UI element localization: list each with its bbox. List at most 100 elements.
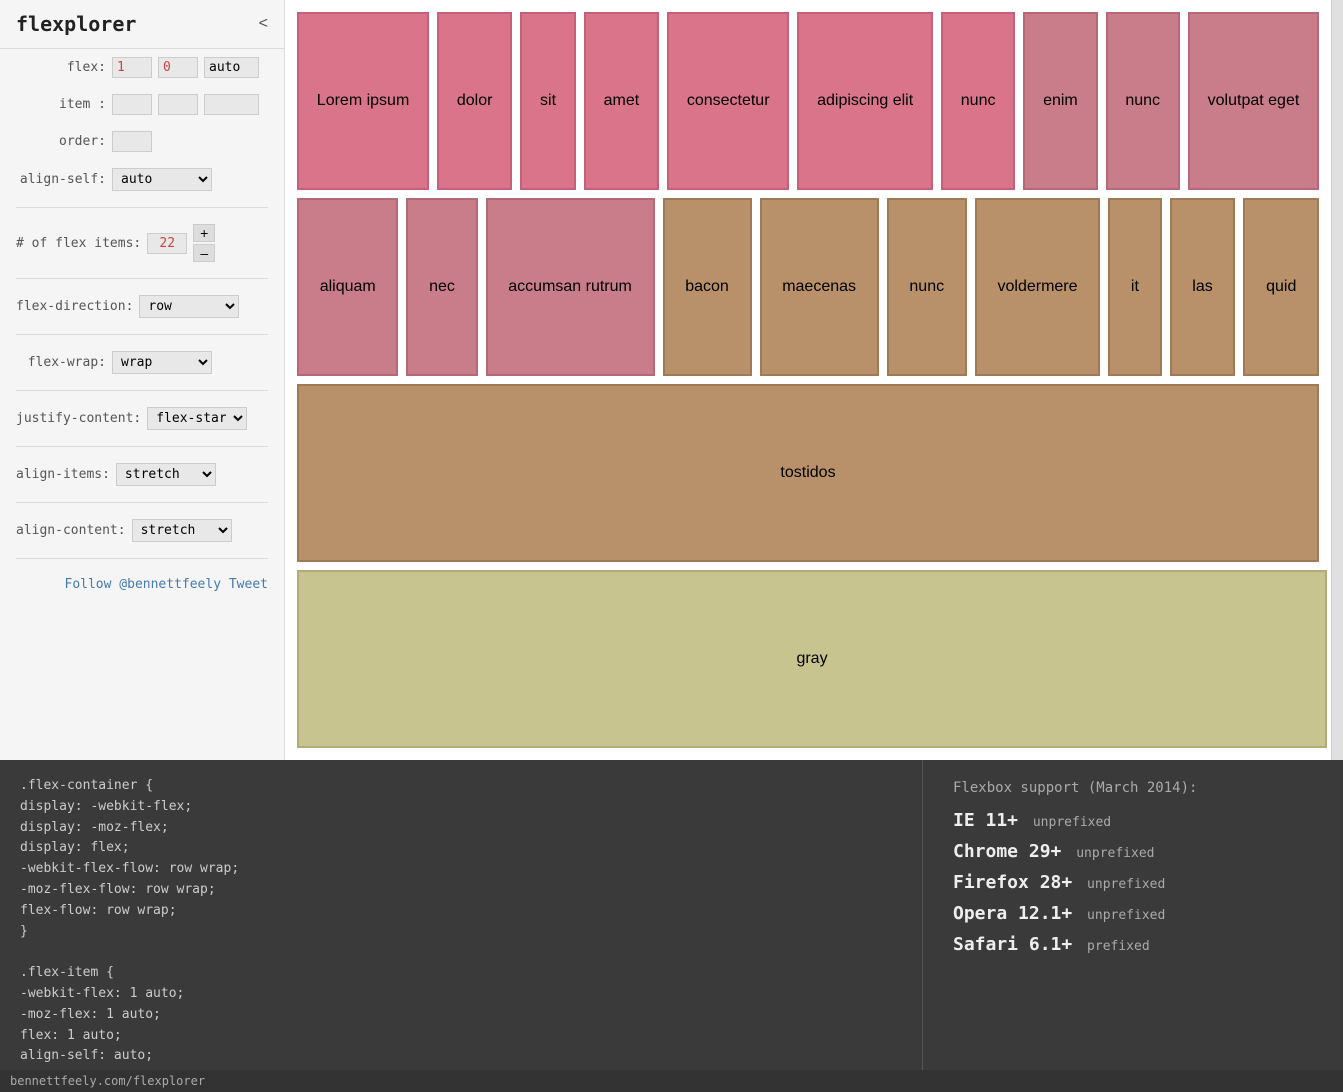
section-divider-5 bbox=[16, 446, 268, 447]
section-divider-1 bbox=[16, 207, 268, 208]
section-divider-6 bbox=[16, 502, 268, 503]
code-line: } bbox=[20, 922, 902, 943]
support-browser-name: Firefox 28+ bbox=[953, 872, 1083, 893]
order-label: order: bbox=[16, 134, 106, 149]
flex-item[interactable]: nunc bbox=[941, 12, 1015, 190]
code-line: display: -moz-flex; bbox=[20, 818, 902, 839]
code-line: -moz-flex-flow: row wrap; bbox=[20, 880, 902, 901]
flex-item[interactable]: enim bbox=[1023, 12, 1097, 190]
align-items-select[interactable]: flex-start flex-end center baseline stre… bbox=[116, 463, 216, 486]
item-control-row: item : bbox=[0, 86, 284, 123]
flex-item[interactable]: adipiscing elit bbox=[797, 12, 933, 190]
flex-item[interactable]: sit bbox=[520, 12, 576, 190]
support-badge: prefixed bbox=[1087, 939, 1150, 954]
code-line: .flex-container { bbox=[20, 776, 902, 797]
flex-control-row: flex: bbox=[0, 49, 284, 86]
collapse-button[interactable]: < bbox=[259, 15, 268, 33]
align-self-label: align-self: bbox=[16, 172, 106, 187]
main-content: Lorem ipsumdolorsitametconsecteturadipis… bbox=[285, 0, 1331, 760]
flex-item[interactable]: nunc bbox=[1106, 12, 1180, 190]
support-browser-name: IE 11+ bbox=[953, 810, 1029, 831]
sidebar-title: flexplorer bbox=[16, 12, 136, 36]
flex-item[interactable]: gray bbox=[297, 570, 1327, 748]
status-url: bennettfeely.com/flexplorer bbox=[10, 1074, 205, 1088]
flex-item[interactable]: aliquam bbox=[297, 198, 398, 376]
support-title: Flexbox support (March 2014): bbox=[953, 780, 1313, 796]
code-line: -moz-flex: 1 auto; bbox=[20, 1005, 902, 1026]
support-browser-name: Opera 12.1+ bbox=[953, 903, 1083, 924]
support-badge: unprefixed bbox=[1076, 846, 1154, 861]
align-items-label: align-items: bbox=[16, 467, 110, 482]
flex-count-input[interactable] bbox=[147, 233, 187, 254]
flex-grow-input[interactable] bbox=[112, 57, 152, 78]
flex-count-label: # of flex items: bbox=[16, 236, 141, 251]
flex-count-row: # of flex items: + – bbox=[0, 216, 284, 270]
item-label: item : bbox=[16, 97, 106, 112]
justify-content-label: justify-content: bbox=[16, 411, 141, 426]
status-bar: bennettfeely.com/flexplorer bbox=[0, 1070, 1343, 1092]
flex-item[interactable]: consectetur bbox=[667, 12, 789, 190]
flex-item[interactable]: amet bbox=[584, 12, 659, 190]
follow-row: Follow @bennettfeely Tweet bbox=[0, 567, 284, 602]
support-browser-name: Chrome 29+ bbox=[953, 841, 1072, 862]
code-line: -webkit-flex: 1 auto; bbox=[20, 984, 902, 1005]
flex-item[interactable]: bacon bbox=[663, 198, 752, 376]
sidebar: flexplorer < flex: item : order: align-s… bbox=[0, 0, 285, 760]
flex-item[interactable]: it bbox=[1108, 198, 1161, 376]
item-input-3[interactable] bbox=[204, 94, 259, 115]
align-self-row: align-self: auto flex-start flex-end cen… bbox=[0, 160, 284, 199]
flex-label: flex: bbox=[16, 60, 106, 75]
code-line: display: flex; bbox=[20, 838, 902, 859]
align-self-select[interactable]: auto flex-start flex-end center baseline… bbox=[112, 168, 212, 191]
sidebar-header: flexplorer < bbox=[0, 0, 284, 49]
flex-item[interactable]: tostidos bbox=[297, 384, 1319, 562]
flex-item[interactable]: volutpat eget bbox=[1188, 12, 1319, 190]
order-input[interactable] bbox=[112, 131, 152, 152]
flex-item[interactable]: dolor bbox=[437, 12, 512, 190]
flex-item[interactable]: accumsan rutrum bbox=[486, 198, 655, 376]
flex-wrap-label: flex-wrap: bbox=[16, 355, 106, 370]
section-divider-4 bbox=[16, 390, 268, 391]
support-item: Safari 6.1+ prefixed bbox=[953, 934, 1313, 955]
align-content-row: align-content: flex-start flex-end cente… bbox=[0, 511, 284, 550]
align-content-label: align-content: bbox=[16, 523, 126, 538]
support-item: Opera 12.1+ unprefixed bbox=[953, 903, 1313, 924]
flex-container: Lorem ipsumdolorsitametconsecteturadipis… bbox=[285, 0, 1331, 760]
scrollbar[interactable] bbox=[1331, 0, 1343, 760]
flex-wrap-row: flex-wrap: nowrap wrap wrap-reverse bbox=[0, 343, 284, 382]
flex-item[interactable]: Lorem ipsum bbox=[297, 12, 429, 190]
code-line: .flex-item { bbox=[20, 963, 902, 984]
flex-item[interactable]: maecenas bbox=[760, 198, 879, 376]
align-items-row: align-items: flex-start flex-end center … bbox=[0, 455, 284, 494]
item-input-1[interactable] bbox=[112, 94, 152, 115]
section-divider-7 bbox=[16, 558, 268, 559]
align-content-select[interactable]: flex-start flex-end center space-between… bbox=[132, 519, 232, 542]
bottom-panel: .flex-container { display: -webkit-flex;… bbox=[0, 760, 1343, 1070]
section-divider-3 bbox=[16, 334, 268, 335]
flex-basis-input[interactable] bbox=[204, 57, 259, 78]
flex-item[interactable]: nunc bbox=[887, 198, 967, 376]
item-input-2[interactable] bbox=[158, 94, 198, 115]
justify-content-select[interactable]: flex-start flex-end center space-between… bbox=[147, 407, 247, 430]
support-item: IE 11+ unprefixed bbox=[953, 810, 1313, 831]
code-line: flex: 1 auto; bbox=[20, 1026, 902, 1047]
code-line: -webkit-flex-flow: row wrap; bbox=[20, 859, 902, 880]
follow-link[interactable]: Follow @bennettfeely Tweet bbox=[65, 577, 269, 592]
flex-direction-select[interactable]: row row-reverse column column-reverse bbox=[139, 295, 239, 318]
support-badge: unprefixed bbox=[1033, 815, 1111, 830]
section-divider-2 bbox=[16, 278, 268, 279]
increment-button[interactable]: + bbox=[193, 224, 215, 242]
flex-shrink-input[interactable] bbox=[158, 57, 198, 78]
code-line: flex-flow: row wrap; bbox=[20, 901, 902, 922]
flex-item[interactable]: voldermere bbox=[975, 198, 1100, 376]
decrement-button[interactable]: – bbox=[193, 244, 215, 262]
code-line bbox=[20, 942, 902, 963]
justify-content-row: justify-content: flex-start flex-end cen… bbox=[0, 399, 284, 438]
flex-direction-row: flex-direction: row row-reverse column c… bbox=[0, 287, 284, 326]
support-browser-name: Safari 6.1+ bbox=[953, 934, 1083, 955]
flex-wrap-select[interactable]: nowrap wrap wrap-reverse bbox=[112, 351, 212, 374]
flex-item[interactable]: las bbox=[1170, 198, 1236, 376]
support-badge: unprefixed bbox=[1087, 877, 1165, 892]
flex-item[interactable]: nec bbox=[406, 198, 477, 376]
flex-item[interactable]: quid bbox=[1243, 198, 1319, 376]
